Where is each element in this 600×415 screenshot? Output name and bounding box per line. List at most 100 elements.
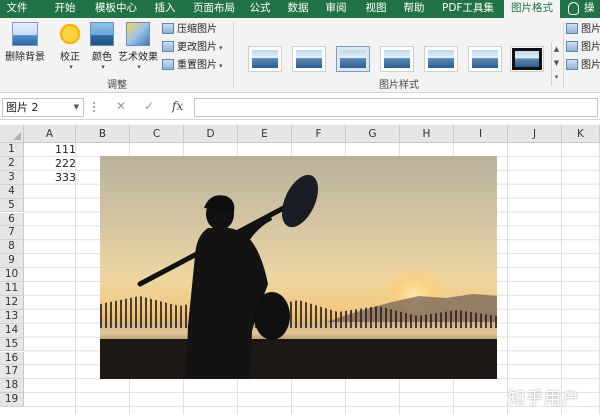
- column-header-E[interactable]: E: [238, 125, 292, 143]
- row-header-19[interactable]: 19: [0, 393, 24, 408]
- tab-insert[interactable]: 插入: [150, 0, 180, 18]
- picture-styles-group-label: 图片样式: [379, 80, 419, 91]
- formula-bar: 图片 2 ▼ ✕ ✓ fx: [0, 95, 600, 120]
- artistic-effects-button[interactable]: 艺术效果 ▾: [118, 22, 158, 71]
- compress-label: 压缩图片: [177, 24, 217, 35]
- tab-formulas[interactable]: 公式: [246, 0, 274, 18]
- row-header-15[interactable]: 15: [0, 337, 24, 352]
- row-header-1[interactable]: 1: [0, 143, 24, 157]
- row-header-18[interactable]: 18: [0, 379, 24, 394]
- column-header-J[interactable]: J: [508, 125, 562, 143]
- column-header-I[interactable]: I: [454, 125, 508, 143]
- sun-icon: [58, 22, 82, 46]
- compress-icon: [162, 23, 174, 34]
- cell-A1[interactable]: 111: [28, 143, 76, 157]
- row-header-2[interactable]: 2: [0, 156, 24, 171]
- picture-style-thumb[interactable]: [380, 46, 414, 72]
- column-header-H[interactable]: H: [400, 125, 454, 143]
- reset-picture-button[interactable]: 重置图片 ▾: [162, 58, 223, 74]
- chevron-down-icon: ▾: [219, 62, 223, 70]
- reset-picture-label: 重置图片: [177, 60, 217, 71]
- corrections-label: 校正: [60, 52, 80, 63]
- picture-style-thumb[interactable]: [248, 46, 282, 72]
- row-header-14[interactable]: 14: [0, 323, 24, 338]
- ribbon-separator: [233, 22, 234, 88]
- cell-A3[interactable]: 333: [28, 171, 76, 185]
- picture-style-thumb[interactable]: [336, 46, 370, 72]
- ribbon: 删除背景 校正 ▾ 颜色 ▾ 艺术效果 ▾ 压缩图片 更改图片 ▾ 重置图片 ▾ 调…: [0, 18, 600, 93]
- picture-layout-button[interactable]: 图片: [566, 58, 600, 74]
- column-header-A[interactable]: A: [24, 125, 76, 143]
- cell-A2[interactable]: 222: [28, 157, 76, 171]
- change-picture-button[interactable]: 更改图片 ▾: [162, 40, 223, 56]
- remove-background-label: 删除背景: [5, 52, 45, 63]
- artistic-effects-label: 艺术效果: [118, 52, 158, 63]
- remove-background-icon: [12, 22, 38, 46]
- confirm-icon[interactable]: ✓: [144, 99, 154, 113]
- row-header-3[interactable]: 3: [0, 170, 24, 185]
- reset-picture-icon: [162, 59, 174, 70]
- tab-view[interactable]: 视图: [362, 0, 390, 18]
- picture-effects-icon: [566, 41, 578, 52]
- picture-border-icon: [566, 23, 578, 34]
- watermark: 知乎用户: [508, 389, 580, 409]
- insert-function-button[interactable]: fx: [172, 99, 183, 113]
- picture-layout-label: 图片: [581, 60, 600, 71]
- name-box[interactable]: 图片 2 ▼: [2, 98, 84, 117]
- picture-style-thumb[interactable]: [292, 46, 326, 72]
- remove-background-button[interactable]: 删除背景: [4, 22, 46, 63]
- column-header-K[interactable]: K: [562, 125, 600, 143]
- picture-effects-label: 图片: [581, 42, 600, 53]
- tab-review[interactable]: 审阅: [322, 0, 350, 18]
- chevron-down-icon[interactable]: ▼: [552, 56, 561, 70]
- tab-picture-format[interactable]: 图片格式: [504, 0, 560, 19]
- chevron-down-icon: ▾: [101, 63, 105, 71]
- column-header-F[interactable]: F: [292, 125, 346, 143]
- compress-pictures-button[interactable]: 压缩图片: [162, 22, 217, 38]
- row-header-8[interactable]: 8: [0, 240, 24, 255]
- picture-style-thumb[interactable]: [468, 46, 502, 72]
- lightbulb-icon[interactable]: [568, 2, 579, 15]
- column-header-D[interactable]: D: [184, 125, 238, 143]
- column-header-G[interactable]: G: [346, 125, 400, 143]
- inserted-picture[interactable]: [100, 156, 497, 379]
- change-picture-label: 更改图片: [177, 42, 217, 53]
- formula-input[interactable]: [194, 98, 598, 117]
- tab-data[interactable]: 数据: [284, 0, 312, 18]
- row-header-11[interactable]: 11: [0, 282, 24, 296]
- tab-home[interactable]: 开始: [50, 0, 80, 18]
- column-header-C[interactable]: C: [130, 125, 184, 143]
- picture-effects-button[interactable]: 图片: [566, 40, 600, 56]
- picture-style-thumb[interactable]: [510, 46, 544, 72]
- tab-page-layout[interactable]: 页面布局: [188, 0, 240, 18]
- row-header-9[interactable]: 9: [0, 254, 24, 269]
- select-all-button[interactable]: [0, 125, 24, 143]
- tab-pdf-tools[interactable]: PDF工具集: [436, 0, 500, 18]
- cancel-icon[interactable]: ✕: [116, 99, 126, 113]
- corrections-button[interactable]: 校正 ▾: [56, 22, 84, 71]
- tab-help[interactable]: 帮助: [400, 0, 428, 18]
- row-header-10[interactable]: 10: [0, 268, 24, 282]
- picture-border-button[interactable]: 图片: [566, 22, 600, 38]
- chevron-up-icon[interactable]: ▲: [552, 42, 561, 56]
- color-button[interactable]: 颜色 ▾: [88, 22, 116, 71]
- picture-layout-icon: [566, 59, 578, 70]
- row-header-4[interactable]: 4: [0, 184, 24, 199]
- row-header-6[interactable]: 6: [0, 212, 24, 227]
- row-header-16[interactable]: 16: [0, 351, 24, 366]
- tell-me-label[interactable]: 操: [584, 0, 595, 18]
- formula-bar-grip[interactable]: [92, 100, 96, 114]
- tab-template-center[interactable]: 模板中心: [90, 0, 142, 18]
- color-label: 颜色: [92, 52, 112, 63]
- row-header-12[interactable]: 12: [0, 295, 24, 310]
- picture-border-label: 图片: [581, 24, 600, 35]
- row-header-17[interactable]: 17: [0, 365, 24, 380]
- row-header-5[interactable]: 5: [0, 198, 24, 213]
- row-header-13[interactable]: 13: [0, 309, 24, 324]
- tab-file[interactable]: 文件: [2, 0, 32, 18]
- picture-style-thumb[interactable]: [424, 46, 458, 72]
- chevron-down-icon: ▾: [219, 44, 223, 52]
- column-header-B[interactable]: B: [76, 125, 130, 143]
- row-header-7[interactable]: 7: [0, 226, 24, 241]
- chevron-down-icon[interactable]: ▼: [74, 99, 79, 116]
